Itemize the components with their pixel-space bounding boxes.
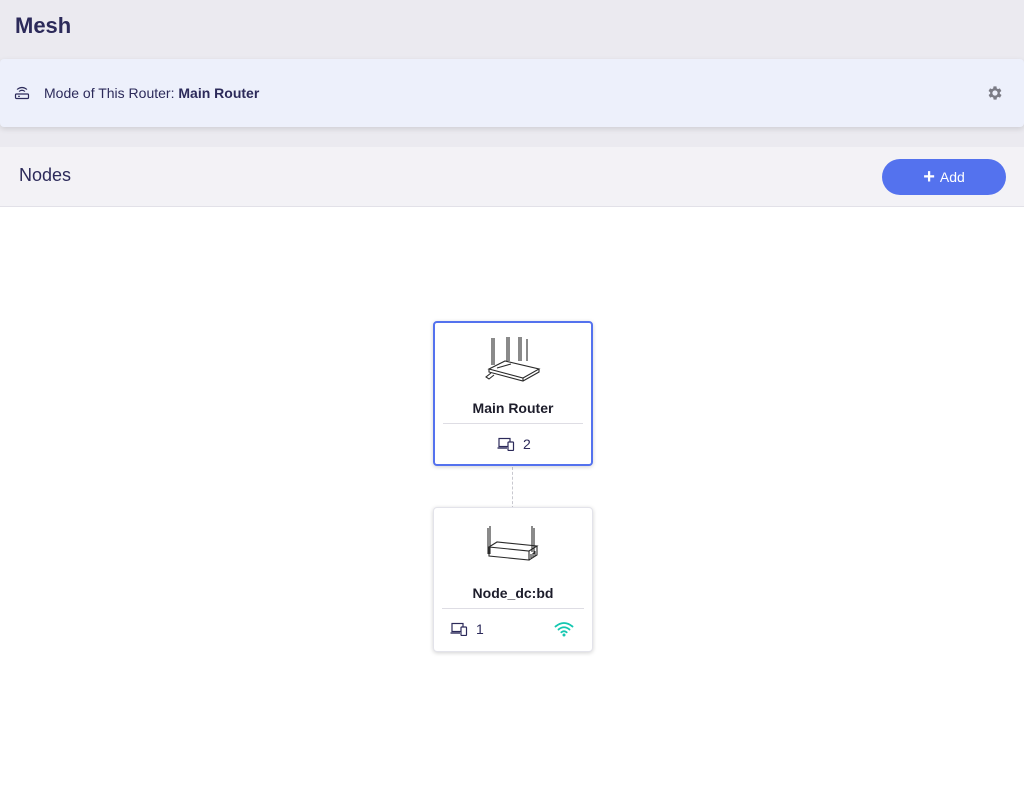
router-icon (14, 86, 30, 100)
node-name: Node_dc:bd (472, 585, 554, 601)
client-count-value: 1 (476, 621, 484, 637)
node-card-satellite[interactable]: Node_dc:bd 1 (433, 507, 593, 652)
divider (442, 608, 584, 609)
page-title: Mesh (15, 13, 72, 38)
router-mode-text: Mode of This Router: Main Router (44, 85, 259, 101)
client-count: 2 (497, 436, 531, 452)
devices-icon (497, 437, 515, 451)
satellite-router-image (487, 526, 539, 561)
router-mode-label: Mode of This Router: (44, 85, 175, 101)
add-node-label: Add (939, 169, 965, 185)
mesh-link-line (512, 467, 513, 509)
router-mode-bar: Mode of This Router: Main Router (0, 59, 1024, 127)
main-router-image (485, 337, 541, 382)
router-mode-value: Main Router (178, 85, 260, 101)
client-count: 1 (450, 621, 484, 637)
client-count-value: 2 (523, 436, 531, 452)
nodes-title: Nodes (19, 165, 72, 185)
nodes-header: Nodes + Add (0, 147, 1024, 207)
node-name: Main Router (472, 400, 554, 416)
devices-icon (450, 622, 468, 636)
node-card-main-router[interactable]: Main Router 2 (433, 321, 593, 466)
plus-icon: + (923, 166, 935, 188)
mesh-topology-canvas: Main Router 2 Node_dc:bd 1 (0, 207, 1024, 803)
add-node-button[interactable]: + Add (882, 159, 1006, 195)
divider (443, 423, 583, 424)
gear-icon[interactable] (986, 84, 1004, 102)
wifi-icon (554, 622, 574, 637)
